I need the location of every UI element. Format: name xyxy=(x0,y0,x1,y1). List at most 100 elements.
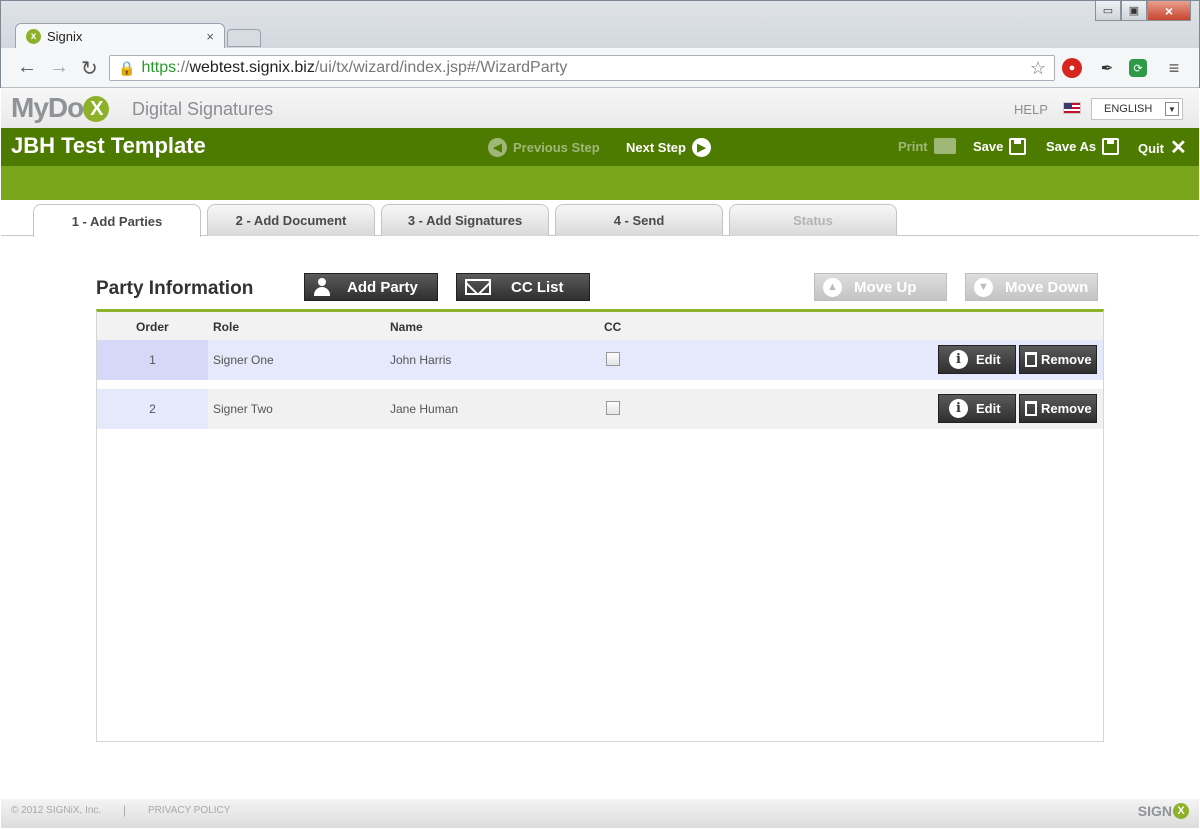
tab-status: Status xyxy=(729,204,897,236)
printer-icon xyxy=(933,138,956,154)
bookmark-star-icon[interactable]: ☆ xyxy=(1030,58,1046,79)
maximize-button[interactable]: ▣ xyxy=(1121,1,1147,21)
envelope-icon xyxy=(465,279,491,295)
column-order[interactable]: Order xyxy=(136,320,169,334)
move-up-label: Move Up xyxy=(854,278,917,296)
lock-icon: 🔒 xyxy=(118,59,136,76)
role-cell: Signer One xyxy=(213,353,274,367)
browser-window: ▭ ▣ × x Signix × ← → ↻ 🔒 https://webtest… xyxy=(0,0,1200,88)
section-title: Party Information xyxy=(96,278,254,299)
logo-x: X xyxy=(83,96,110,122)
cc-checkbox[interactable] xyxy=(606,352,620,366)
forward-arrow-icon[interactable]: → xyxy=(49,56,69,79)
table-row[interactable]: 2 Signer Two Jane Human i Edit Remove xyxy=(97,389,1103,429)
order-cell: 2 xyxy=(97,389,208,429)
arrow-right-icon: ▶ xyxy=(691,138,711,157)
sync-extension-icon[interactable]: ⟳ xyxy=(1129,59,1147,77)
copyright-text: © 2012 SIGNiX, Inc. xyxy=(11,805,102,816)
remove-button[interactable]: Remove xyxy=(1019,345,1097,374)
previous-step-label: Previous Step xyxy=(513,140,600,155)
brand-x: X xyxy=(1173,803,1189,819)
edit-button[interactable]: i Edit xyxy=(938,394,1016,423)
next-step-label: Next Step xyxy=(626,140,686,155)
tab-add-signatures[interactable]: 3 - Add Signatures xyxy=(381,204,549,236)
address-bar[interactable]: 🔒 https://webtest.signix.biz/ui/tx/wizar… xyxy=(109,55,1055,81)
floppy-disk-icon xyxy=(1009,138,1027,155)
signix-favicon-icon: x xyxy=(26,29,41,44)
tab-add-parties[interactable]: 1 - Add Parties xyxy=(33,204,201,237)
remove-button[interactable]: Remove xyxy=(1019,394,1097,423)
edit-button[interactable]: i Edit xyxy=(938,345,1016,374)
quit-button[interactable]: Quit ✕ xyxy=(1138,138,1187,158)
tab-add-document[interactable]: 2 - Add Document xyxy=(207,204,375,236)
role-cell: Signer Two xyxy=(213,402,273,416)
add-party-label: Add Party xyxy=(347,278,418,296)
close-icon: ✕ xyxy=(1170,137,1187,159)
save-as-label: Save As xyxy=(1046,139,1097,154)
page-title: JBH Test Template xyxy=(11,133,206,158)
move-down-button[interactable]: ▼ Move Down xyxy=(965,273,1098,301)
column-cc[interactable]: CC xyxy=(604,320,621,334)
column-name[interactable]: Name xyxy=(390,320,423,334)
chevron-down-icon: ▼ xyxy=(1165,102,1179,116)
new-tab-button[interactable] xyxy=(227,29,261,47)
footer: © 2012 SIGNiX, Inc. | PRIVACY POLICY SIG… xyxy=(1,799,1199,828)
save-as-button[interactable]: Save As xyxy=(1046,138,1120,155)
language-select[interactable]: ENGLISH ▼ xyxy=(1091,98,1183,120)
person-icon xyxy=(313,278,331,296)
column-role[interactable]: Role xyxy=(213,320,239,334)
quit-label: Quit xyxy=(1138,140,1164,156)
logo-subtitle: Digital Signatures xyxy=(132,99,274,119)
help-link[interactable]: HELP xyxy=(1014,102,1048,117)
print-button[interactable]: Print xyxy=(898,138,956,154)
mydox-logo: MyDo X xyxy=(11,92,110,124)
table-row[interactable]: 1 Signer One John Harris i Edit Remove xyxy=(97,340,1103,380)
save-button[interactable]: Save xyxy=(973,138,1027,155)
cc-list-label: CC List xyxy=(511,278,564,296)
add-party-button[interactable]: Add Party xyxy=(304,273,438,301)
privacy-policy-link[interactable]: PRIVACY POLICY xyxy=(148,805,230,816)
info-icon: i xyxy=(949,350,968,369)
tab-close-icon[interactable]: × xyxy=(206,29,214,44)
pen-extension-icon[interactable]: ✒ xyxy=(1096,57,1118,79)
name-cell: John Harris xyxy=(390,353,452,367)
edit-label: Edit xyxy=(976,352,1001,367)
next-step-button[interactable]: Next Step ▶ xyxy=(626,138,711,157)
arrow-up-icon: ▲ xyxy=(823,277,842,297)
arrow-down-icon: ▼ xyxy=(974,277,993,297)
title-bar: JBH Test Template ◀ Previous Step Next S… xyxy=(1,128,1199,166)
save-label: Save xyxy=(973,139,1004,154)
remove-label: Remove xyxy=(1041,401,1092,416)
cc-list-button[interactable]: CC List xyxy=(456,273,590,301)
minimize-button[interactable]: ▭ xyxy=(1095,1,1121,21)
logo-text: MyDo xyxy=(11,92,84,123)
back-arrow-icon[interactable]: ← xyxy=(17,56,37,79)
window-close-button[interactable]: × xyxy=(1147,1,1191,21)
menu-icon[interactable]: ≡ xyxy=(1163,57,1185,79)
edit-label: Edit xyxy=(976,401,1001,416)
url-path: /ui/tx/wizard/index.jsp#/WizardParty xyxy=(314,59,568,76)
browser-toolbar: ← → ↻ 🔒 https://webtest.signix.biz/ui/tx… xyxy=(1,48,1199,88)
adblock-icon[interactable]: ● xyxy=(1062,58,1082,78)
party-table: Order Role Name CC 1 Signer One John Har… xyxy=(96,309,1104,742)
url-separator: :// xyxy=(176,59,190,76)
tab-send[interactable]: 4 - Send xyxy=(555,204,723,236)
floppy-disk-icon xyxy=(1102,138,1120,155)
move-up-button[interactable]: ▲ Move Up xyxy=(814,273,947,301)
footer-separator: | xyxy=(123,803,127,817)
previous-step-button[interactable]: ◀ Previous Step xyxy=(488,138,600,157)
reload-icon[interactable]: ↻ xyxy=(81,56,98,81)
name-cell: Jane Human xyxy=(390,402,459,416)
cc-checkbox[interactable] xyxy=(606,401,620,415)
us-flag-icon xyxy=(1063,102,1081,114)
print-label: Print xyxy=(898,138,928,154)
order-cell: 1 xyxy=(97,340,208,380)
app-header: MyDo X Digital Signatures HELP ENGLISH ▼ xyxy=(1,88,1199,128)
url-scheme: https xyxy=(141,59,177,76)
brand-text: SIGN xyxy=(1137,803,1172,819)
browser-tab[interactable]: x Signix × xyxy=(15,23,225,49)
arrow-left-icon: ◀ xyxy=(488,138,507,157)
language-value: ENGLISH xyxy=(1104,103,1153,115)
trash-icon xyxy=(1025,401,1037,416)
remove-label: Remove xyxy=(1041,352,1092,367)
